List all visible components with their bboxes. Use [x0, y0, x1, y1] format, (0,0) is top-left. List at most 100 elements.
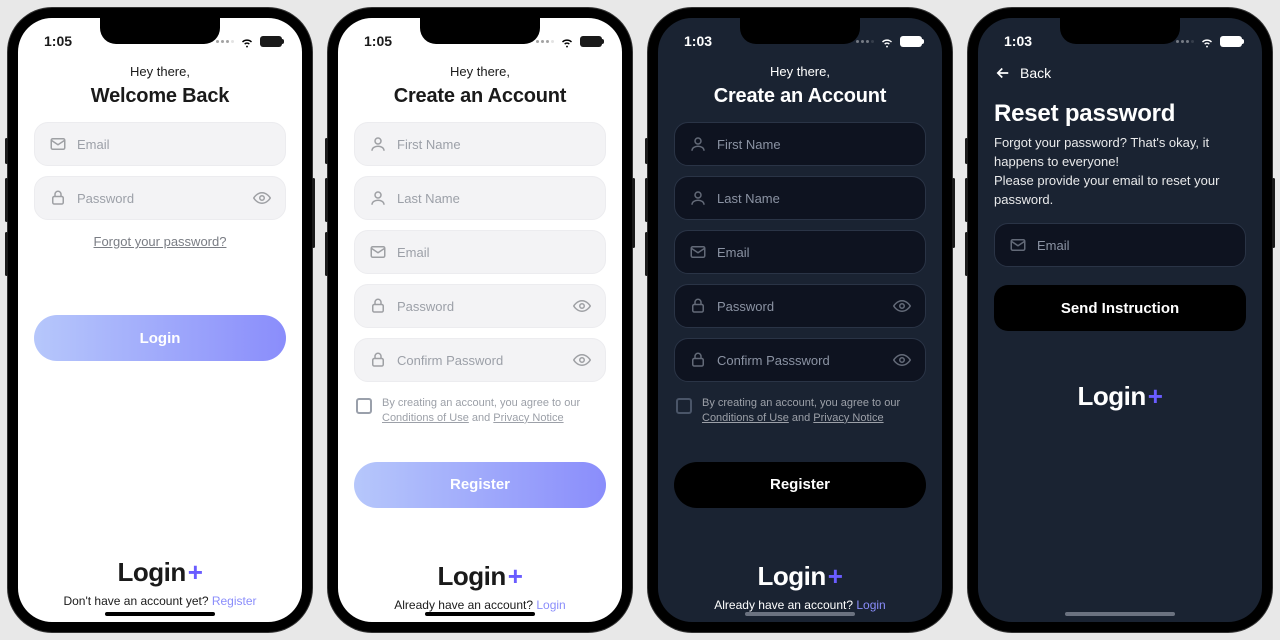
- send-instruction-button[interactable]: Send Instruction: [994, 285, 1246, 331]
- footer-text: Don't have an account yet? Register: [34, 594, 286, 608]
- wifi-icon: [558, 34, 576, 49]
- last-name-field[interactable]: Last Name: [674, 176, 926, 220]
- first-name-field[interactable]: First Name: [354, 122, 606, 166]
- phone-frame: 1:05 Hey there, Create an Account First …: [328, 8, 632, 632]
- cellular-icon: [1176, 40, 1194, 43]
- home-indicator[interactable]: [1065, 612, 1175, 616]
- terms-row: By creating an account, you agree to our…: [674, 392, 926, 434]
- app-logo: Login+: [438, 561, 523, 592]
- privacy-link[interactable]: Privacy Notice: [493, 412, 563, 424]
- lock-icon: [369, 297, 387, 315]
- forgot-password-link[interactable]: Forgot your password?: [34, 234, 286, 249]
- greeting: Hey there,: [354, 64, 606, 79]
- home-indicator[interactable]: [105, 612, 215, 616]
- eye-icon[interactable]: [253, 189, 271, 207]
- login-link[interactable]: Login: [536, 598, 565, 612]
- greeting: Hey there,: [674, 64, 926, 79]
- page-title: Create an Account: [354, 85, 606, 108]
- notch: [420, 18, 540, 44]
- status-time: 1:03: [1004, 33, 1032, 49]
- terms-checkbox[interactable]: [356, 398, 372, 414]
- phone-register-light: 1:05 Hey there, Create an Account First …: [320, 0, 640, 640]
- notch: [1060, 18, 1180, 44]
- person-icon: [369, 135, 387, 153]
- lock-icon: [689, 351, 707, 369]
- login-button[interactable]: Login: [34, 315, 286, 361]
- eye-icon[interactable]: [573, 351, 591, 369]
- register-link[interactable]: Register: [212, 594, 257, 608]
- eye-icon[interactable]: [573, 297, 591, 315]
- email-field[interactable]: Email: [674, 230, 926, 274]
- app-logo: Login+: [758, 561, 843, 592]
- conditions-link[interactable]: Conditions of Use: [382, 412, 469, 424]
- footer-text: Already have an account? Login: [354, 598, 606, 612]
- mail-icon: [369, 243, 387, 261]
- phone-frame: 1:03 Hey there, Create an Account First …: [648, 8, 952, 632]
- mail-icon: [689, 243, 707, 261]
- lock-icon: [49, 189, 67, 207]
- home-indicator[interactable]: [745, 612, 855, 616]
- home-indicator[interactable]: [425, 612, 535, 616]
- confirm-password-field[interactable]: Confirm Passsword: [674, 338, 926, 382]
- phone-login-light: 1:05 Hey there, Welcome Back Email Passw…: [0, 0, 320, 640]
- person-icon: [689, 135, 707, 153]
- email-field[interactable]: Email: [354, 230, 606, 274]
- battery-icon: [900, 36, 922, 47]
- terms-checkbox[interactable]: [676, 398, 692, 414]
- phone-register-dark: 1:03 Hey there, Create an Account First …: [640, 0, 960, 640]
- mail-icon: [1009, 236, 1027, 254]
- conditions-link[interactable]: Conditions of Use: [702, 412, 789, 424]
- terms-text: By creating an account, you agree to our…: [702, 396, 924, 426]
- notch: [740, 18, 860, 44]
- logo-plus-icon: +: [828, 561, 843, 592]
- login-link[interactable]: Login: [856, 598, 885, 612]
- last-name-field[interactable]: Last Name: [354, 176, 606, 220]
- first-name-field[interactable]: First Name: [674, 122, 926, 166]
- app-logo: Login+: [1078, 381, 1163, 412]
- lock-icon: [369, 351, 387, 369]
- cellular-icon: [536, 40, 554, 43]
- phone-reset-dark: 1:03 Back Reset password Forgot your pas…: [960, 0, 1280, 640]
- battery-icon: [580, 36, 602, 47]
- back-button[interactable]: Back: [994, 62, 1246, 82]
- status-time: 1:03: [684, 33, 712, 49]
- person-icon: [689, 189, 707, 207]
- register-button[interactable]: Register: [354, 462, 606, 508]
- greeting: Hey there,: [34, 64, 286, 79]
- logo-text: Login: [118, 557, 186, 588]
- privacy-link[interactable]: Privacy Notice: [813, 412, 883, 424]
- cellular-icon: [856, 40, 874, 43]
- password-field[interactable]: Password: [34, 176, 286, 220]
- logo-plus-icon: +: [188, 557, 203, 588]
- battery-icon: [260, 36, 282, 47]
- notch: [100, 18, 220, 44]
- email-field[interactable]: Email: [994, 223, 1246, 267]
- mail-icon: [49, 135, 67, 153]
- phone-frame: 1:05 Hey there, Welcome Back Email Passw…: [8, 8, 312, 632]
- email-field[interactable]: Email: [34, 122, 286, 166]
- password-placeholder: Password: [77, 191, 243, 206]
- battery-icon: [1220, 36, 1242, 47]
- terms-row: By creating an account, you agree to our…: [354, 392, 606, 434]
- phone-frame: 1:03 Back Reset password Forgot your pas…: [968, 8, 1272, 632]
- password-field[interactable]: Password: [674, 284, 926, 328]
- password-field[interactable]: Password: [354, 284, 606, 328]
- status-time: 1:05: [364, 33, 392, 49]
- wifi-icon: [1198, 34, 1216, 49]
- wifi-icon: [878, 34, 896, 49]
- eye-icon[interactable]: [893, 297, 911, 315]
- reset-desc: Forgot your password? That's okay, it ha…: [994, 134, 1246, 209]
- app-logo: Login+: [118, 557, 203, 588]
- status-time: 1:05: [44, 33, 72, 49]
- register-button[interactable]: Register: [674, 462, 926, 508]
- page-title: Create an Account: [674, 85, 926, 108]
- eye-icon[interactable]: [893, 351, 911, 369]
- email-placeholder: Email: [77, 137, 271, 152]
- person-icon: [369, 189, 387, 207]
- logo-plus-icon: +: [1148, 381, 1163, 412]
- arrow-left-icon: [994, 64, 1012, 82]
- confirm-password-field[interactable]: Confirm Password: [354, 338, 606, 382]
- cellular-icon: [216, 40, 234, 43]
- page-title: Reset password: [994, 100, 1246, 128]
- page-title: Welcome Back: [34, 85, 286, 108]
